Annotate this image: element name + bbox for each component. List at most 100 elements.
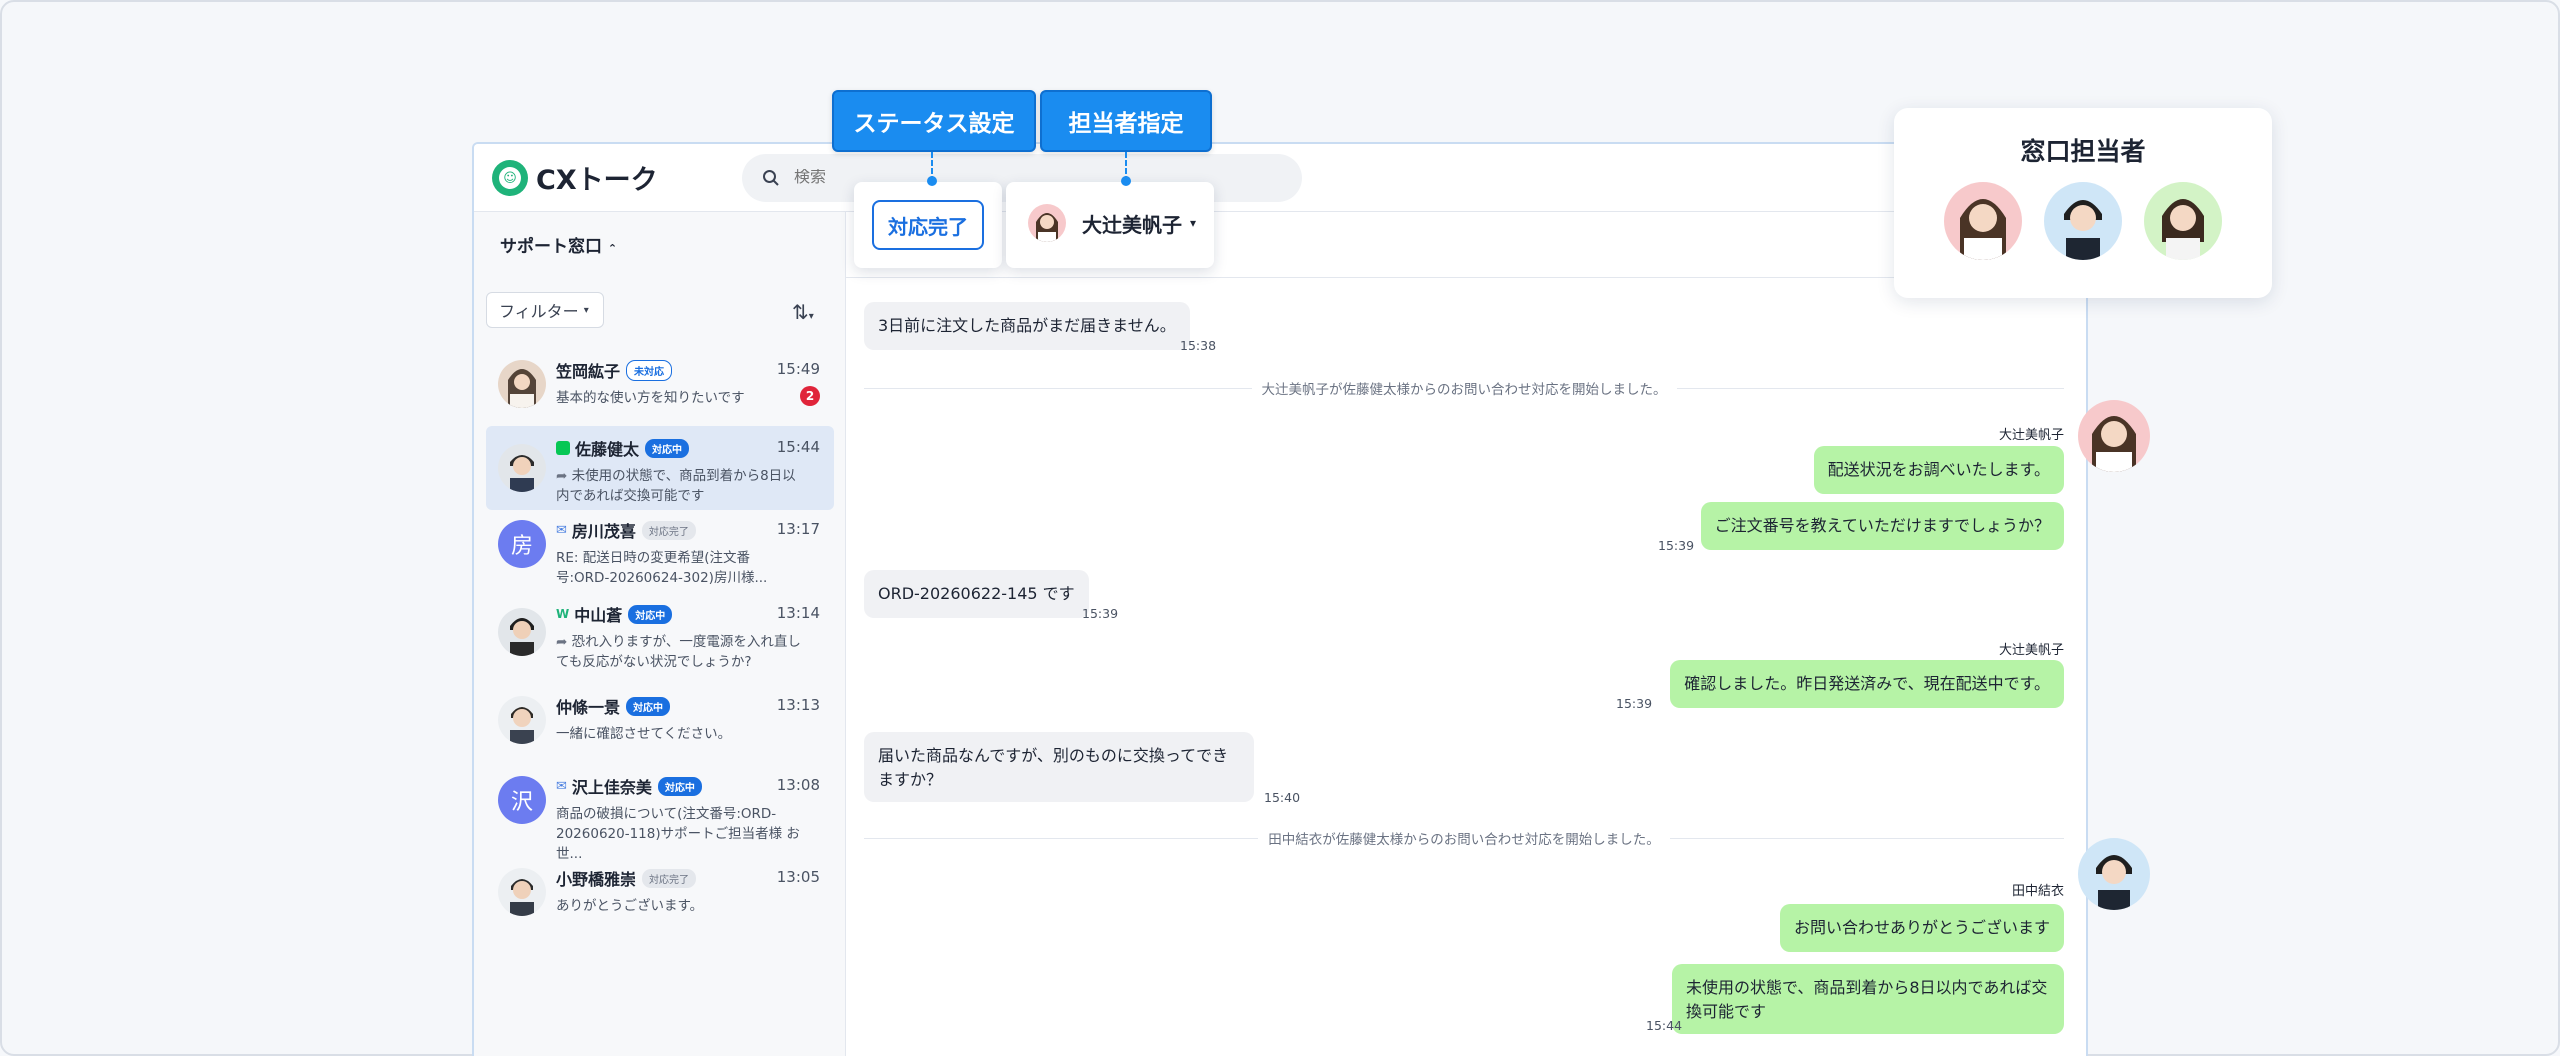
agent-avatar: [2044, 182, 2122, 260]
search-icon: [763, 170, 779, 186]
conversation-time: 13:14: [776, 604, 820, 622]
unread-count-badge: 2: [800, 386, 820, 406]
agent-avatar: [2078, 400, 2150, 472]
conversation-item[interactable]: 房 ✉ 房川茂喜 対応完了 13:17 RE: 配送日時の変更希望(注文番号:ORD…: [486, 508, 834, 592]
contact-name: 佐藤健太: [575, 440, 640, 459]
agent-avatar: [1944, 182, 2022, 260]
conversation-item[interactable]: 佐藤健太 対応中 15:44 ➦ 未使用の状態で、商品到着から8日以内であれば交換…: [486, 426, 834, 510]
conversation-item[interactable]: 沢 ✉ 沢上佳奈美 対応中 13:08 商品の破損について(注文番号:ORD-202…: [486, 764, 834, 862]
contact-name: 笠岡紘子: [556, 362, 621, 381]
avatar: 房: [498, 520, 546, 568]
caret-down-icon: ▾: [1190, 216, 1197, 230]
web-channel-icon: W: [556, 607, 570, 621]
status-badge: 対応中: [628, 604, 673, 624]
avatar: [498, 696, 546, 744]
conversation-preview: ありがとうございます。: [556, 898, 704, 914]
callout-dot: [1121, 176, 1131, 186]
callout-dot: [927, 176, 937, 186]
sort-icon: ⇅: [792, 300, 809, 324]
outgoing-message: 未使用の状態で、商品到着から8日以内であれば交換可能です: [1672, 964, 2064, 1034]
status-badge: 対応完了: [641, 520, 696, 540]
mail-channel-icon: ✉: [556, 522, 567, 538]
status-setting-callout: ステータス設定: [832, 90, 1036, 152]
message-time: 15:40: [1264, 790, 1301, 805]
contact-name: 中山蒼: [574, 606, 623, 625]
outgoing-message: 確認しました。昨日発送済みで、現在配送中です。: [1670, 660, 2064, 708]
reply-arrow-icon: ➦: [556, 634, 572, 650]
chat-panel: 3日前に注文した商品がまだ届きません。 15:38 大辻美帆子が佐藤健太様からの…: [846, 212, 2086, 1056]
mail-channel-icon: ✉: [556, 778, 567, 794]
system-notice: 大辻美帆子が佐藤健太様からのお問い合わせ対応を開始しました。: [864, 378, 2064, 398]
conversation-time: 13:05: [776, 868, 820, 886]
contact-name: 房川茂喜: [571, 522, 636, 541]
conversation-sidebar: サポート窓口 ⌃ フィルター ▾ ⇅▾ 笠岡紘子 未対応 15:49 2 基本的な…: [474, 212, 846, 1056]
avatar: [498, 868, 546, 916]
message-time: 15:39: [1082, 606, 1119, 621]
conversation-preview: 未使用の状態で、商品到着から8日以内であれば交換可能です: [556, 468, 796, 504]
conversation-time: 13:17: [776, 520, 820, 538]
sort-button[interactable]: ⇅▾: [792, 300, 814, 324]
incoming-message: 3日前に注文した商品がまだ届きません。: [864, 302, 1190, 350]
outgoing-message: お問い合わせありがとうございます: [1779, 904, 2064, 952]
contact-name: 小野橋雅崇: [556, 870, 637, 889]
top-bar: ☺ CXトーク: [474, 144, 2086, 212]
chevron-up-icon: ⌃: [607, 242, 618, 255]
conversation-item[interactable]: W 中山蒼 対応中 13:14 ➦ 恐れ入りますが、一度電源を入れ直しても反応がない…: [486, 592, 834, 676]
conversation-time: 13:13: [776, 696, 820, 714]
reply-arrow-icon: ➦: [556, 468, 572, 484]
sender-name: 大辻美帆子: [1998, 428, 2064, 443]
avatar: 沢: [498, 776, 546, 824]
contact-name: 仲條一景: [556, 698, 621, 717]
filter-label: フィルター: [499, 302, 579, 321]
message-time: 15:39: [1658, 538, 1695, 553]
status-badge: 対応完了: [642, 868, 697, 888]
conversation-preview: 基本的な使い方を知りたいです: [556, 390, 745, 406]
sender-name: 大辻美帆子: [1998, 643, 2064, 658]
line-channel-icon: [556, 441, 570, 455]
incoming-message: 届いた商品なんですが、別のものに交換ってできますか？: [864, 732, 1254, 802]
message-time: 15:38: [1180, 338, 1217, 353]
avatar: [498, 608, 546, 656]
agents-panel: 窓口担当者: [1894, 108, 2272, 298]
conversation-item[interactable]: 小野橋雅崇 対応完了 13:05 ありがとうございます。: [486, 856, 834, 928]
filter-dropdown[interactable]: フィルター ▾: [486, 292, 604, 328]
brand-logo-icon: ☺: [492, 160, 528, 196]
conversation-preview: 恐れ入りますが、一度電源を入れ直しても反応がない状況でしょうか?: [556, 634, 801, 670]
assignee-dropdown[interactable]: 大辻美帆子 ▾: [1028, 204, 1196, 242]
app-window: ☺ CXトーク サポート窓口 ⌃ フィルター ▾ ⇅▾ 笠岡紘子未対応 15:4…: [472, 142, 2088, 1056]
conversation-item[interactable]: 仲條一景 対応中 13:13 一緒に確認させてください。: [486, 684, 834, 756]
conversation-preview: 一緒に確認させてください。: [556, 726, 732, 742]
incoming-message: ORD-20260622-145 です: [864, 570, 1089, 618]
status-badge: 対応中: [645, 438, 690, 458]
inbox-title: サポート窓口: [500, 237, 602, 257]
avatar: [498, 444, 546, 492]
status-badge: 対応中: [626, 696, 671, 716]
message-time: 15:44: [1646, 1018, 1683, 1033]
status-badge: 未対応: [626, 359, 673, 381]
avatar: [1028, 204, 1066, 242]
conversation-preview: 商品の破損について(注文番号:ORD-20260620-118)サポートご担当者…: [556, 806, 800, 862]
avatar: [498, 360, 546, 408]
agent-avatar: [2078, 838, 2150, 910]
conversation-time: 15:49: [776, 360, 820, 378]
caret-down-icon: ▾: [583, 304, 589, 316]
status-badge: 対応中: [657, 776, 702, 796]
system-notice: 田中結衣が佐藤健太様からのお問い合わせ対応を開始しました。: [864, 828, 2064, 848]
agent-avatar: [2144, 182, 2222, 260]
conversation-item[interactable]: 笠岡紘子 未対応 15:49 2 基本的な使い方を知りたいです: [486, 348, 834, 420]
assignee-name: 大辻美帆子: [1082, 212, 1182, 237]
outgoing-message: ご注文番号を教えていただけますでしょうか？: [1700, 502, 2064, 550]
sender-name: 田中結衣: [2011, 884, 2064, 899]
status-popover: 対応完了: [854, 182, 1002, 268]
assignee-callout: 担当者指定: [1040, 90, 1212, 152]
assignee-popover: 大辻美帆子 ▾: [1006, 182, 1214, 268]
brand-name: CXトーク: [536, 165, 658, 196]
complete-button[interactable]: 対応完了: [872, 200, 984, 250]
contact-name: 沢上佳奈美: [571, 778, 652, 797]
caret-down-icon: ▾: [808, 311, 814, 322]
conversation-preview: RE: 配送日時の変更希望(注文番号:ORD-20260624-302)房川様.…: [556, 550, 768, 586]
outgoing-message: 配送状況をお調べいたします。: [1813, 446, 2064, 494]
agents-panel-title: 窓口担当者: [2020, 137, 2146, 166]
conversation-time: 13:08: [776, 776, 820, 794]
inbox-selector[interactable]: サポート窓口 ⌃: [500, 232, 617, 257]
